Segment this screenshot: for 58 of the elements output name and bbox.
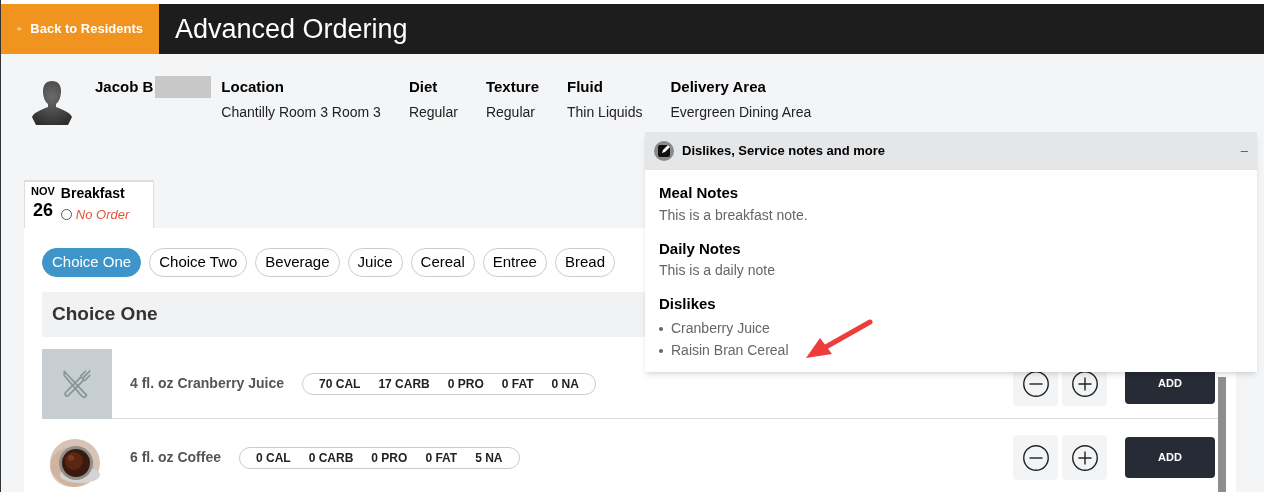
bullet-icon xyxy=(659,326,663,331)
category-chip[interactable]: Choice Two xyxy=(149,248,248,277)
field-label: Fluid xyxy=(567,77,604,97)
field-value: Evergreen Dining Area xyxy=(670,102,812,122)
field-label: Texture xyxy=(485,77,539,97)
plus-circle-icon xyxy=(1071,370,1098,397)
notes-panel-title: Dislikes, Service notes and more xyxy=(682,142,886,161)
field-label: Delivery Area xyxy=(670,77,767,97)
plus-circle-icon xyxy=(1071,444,1098,471)
nutrition-value: 5 NA xyxy=(475,449,503,467)
notes-panel-header[interactable]: Dislikes, Service notes and more – xyxy=(645,132,1257,170)
month-label: NOV xyxy=(31,185,55,199)
minus-circle-icon xyxy=(1022,444,1049,471)
note-heading: Meal Notes xyxy=(659,183,740,203)
resident-name: Jacob B xyxy=(95,77,154,97)
meal-tab[interactable]: NOV 26 Breakfast No Order xyxy=(24,180,154,228)
dislike-item: Cranberry Juice xyxy=(671,319,770,338)
meal-name: Breakfast xyxy=(60,185,126,203)
nutrition-value: 0 NA xyxy=(551,375,579,393)
note-text: This is a daily note xyxy=(659,261,776,280)
nutrition-value: 0 FAT xyxy=(501,375,534,393)
nutrition-value: 0 PRO xyxy=(371,449,408,467)
category-chip[interactable]: Bread xyxy=(554,248,615,277)
edit-note-icon xyxy=(654,141,674,161)
minus-button[interactable] xyxy=(1013,435,1058,480)
day-label: 26 xyxy=(32,198,53,222)
field-label: Diet xyxy=(408,77,439,97)
field-value: Regular xyxy=(408,102,458,122)
field-value: Thin Liquids xyxy=(567,102,643,122)
person-silhouette-icon xyxy=(29,80,75,126)
section-title: Choice One xyxy=(52,302,158,327)
category-chip[interactable]: Cereal xyxy=(410,248,475,277)
field-value: Chantilly Room 3 Room 3 xyxy=(221,102,381,122)
category-chip[interactable]: Entree xyxy=(482,248,547,277)
item-name: 4 fl. oz Cranberry Juice xyxy=(130,374,285,393)
minus-circle-icon xyxy=(1022,370,1049,397)
collapse-toggle[interactable]: – xyxy=(1240,141,1248,161)
note-text: This is a breakfast note. xyxy=(659,205,809,225)
page-title: Advanced Ordering xyxy=(175,12,408,46)
nutrition-value: 0 FAT xyxy=(425,449,458,467)
plus-button[interactable] xyxy=(1062,435,1107,480)
category-chip[interactable]: Juice xyxy=(347,248,403,277)
note-heading: Daily Notes xyxy=(659,238,742,259)
nutrition-value: 70 CAL xyxy=(319,375,361,393)
nutrition-value: 0 CARB xyxy=(308,449,354,467)
nutrition-value: 0 PRO xyxy=(447,375,484,393)
nutrition-value: 0 CAL xyxy=(256,449,291,467)
add-button[interactable]: ADD xyxy=(1125,437,1215,478)
nutrition-value: 17 CARB xyxy=(378,375,430,393)
field-label: Location xyxy=(221,77,285,97)
item-name: 6 fl. oz Coffee xyxy=(130,448,221,467)
redaction-block xyxy=(155,76,212,99)
field-value: Regular xyxy=(485,102,536,122)
note-heading: Dislikes xyxy=(659,294,717,314)
category-chip[interactable]: Beverage xyxy=(255,248,340,277)
dislike-item: Raisin Bran Cereal xyxy=(671,341,789,360)
bullet-icon xyxy=(659,348,663,353)
order-status: No Order xyxy=(75,205,130,224)
